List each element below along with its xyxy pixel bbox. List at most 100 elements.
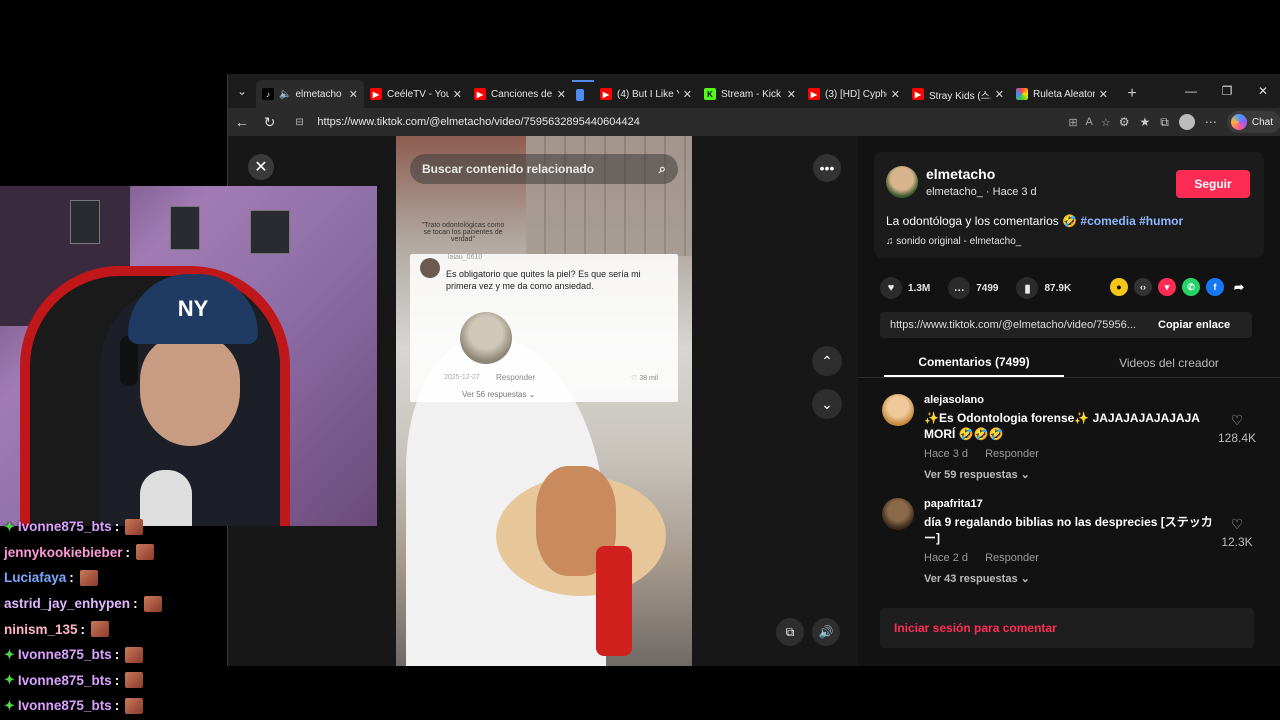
video-description: La odontóloga y los comentarios 🤣 #comed…	[886, 214, 1183, 228]
tab-but-i-like[interactable]: ▶ (4) But I Like Yo ✕	[594, 80, 698, 108]
favorite-star-icon[interactable]: ☆	[1101, 116, 1111, 129]
view-replies-button[interactable]: Ver 59 respuestas ⌄	[924, 468, 1030, 481]
creator-name[interactable]: elmetacho	[926, 166, 995, 182]
minimize-icon[interactable]: —	[1173, 74, 1209, 108]
close-tab-icon[interactable]: ✕	[891, 88, 900, 101]
tab-ceeletv[interactable]: ▶ CeéleTV - YouT ✕	[364, 80, 468, 108]
whatsapp-icon[interactable]: ✆	[1182, 278, 1200, 296]
tiktok-page: ✕ ••• Buscar contenido relacionado ⌕ "Tr…	[228, 136, 1280, 666]
gold-share-icon[interactable]: ●	[1110, 278, 1128, 296]
close-tab-icon[interactable]: ✕	[557, 88, 566, 101]
chat-username: Ivonne875_bts	[17, 647, 112, 663]
speaker-icon[interactable]: 🔈	[279, 89, 291, 100]
translate-icon[interactable]: A	[1086, 116, 1093, 129]
kick-icon: K	[704, 88, 716, 100]
new-tab-button[interactable]: +	[1118, 80, 1146, 108]
comment-like[interactable]: ♡ 128.4K	[1212, 412, 1262, 445]
hashtag-comedia[interactable]: #comedia	[1080, 214, 1135, 228]
picture-in-picture-icon[interactable]: ⧉	[776, 618, 804, 646]
tab-comments[interactable]: Comentarios (7499)	[884, 348, 1064, 377]
embed-icon[interactable]: ‹›	[1134, 278, 1152, 296]
copy-link-button[interactable]: Copiar enlace	[1158, 319, 1230, 331]
url-actions: ⊞ A ☆	[1068, 116, 1110, 129]
chat-username: Ivonne875_bts	[17, 519, 112, 535]
back-icon[interactable]: ←	[228, 108, 256, 136]
comment-stat[interactable]: … 7499	[948, 277, 998, 299]
streamer-face	[140, 336, 240, 446]
reply-button[interactable]: Responder	[985, 552, 1039, 564]
facebook-icon[interactable]: f	[1206, 278, 1224, 296]
reload-icon[interactable]: ↻	[256, 108, 284, 136]
tab-stray-kids[interactable]: ▶ Stray Kids (스트 ✕	[906, 80, 1010, 108]
tab-creator-videos[interactable]: Videos del creador	[1064, 348, 1274, 377]
copilot-chat-button[interactable]: Chat	[1226, 111, 1280, 133]
video-info-card: elmetacho elmetacho_ · Hace 3 d Seguir L…	[874, 152, 1264, 258]
close-tab-icon[interactable]: ✕	[349, 88, 358, 101]
comment-like-count: 128.4K	[1217, 431, 1257, 445]
youtube-icon: ▶	[474, 88, 486, 100]
extensions-icon[interactable]: ⚙	[1119, 115, 1130, 129]
tab-list-button[interactable]: ⌄	[228, 74, 256, 108]
tab-elmetacho[interactable]: ♪ 🔈 elmetacho ✕	[256, 80, 364, 108]
comment-like[interactable]: ♡ 12.3K	[1212, 516, 1262, 549]
comment-avatar	[420, 258, 440, 278]
copilot-icon	[1230, 114, 1247, 130]
toolbar: ⚙ ★ ⧉ ⋯ Chat	[1119, 111, 1280, 133]
apps-icon[interactable]: ⊞	[1068, 116, 1077, 129]
commenter-avatar[interactable]	[882, 394, 914, 426]
creator-handle-time: elmetacho_ · Hace 3 d	[926, 186, 1037, 198]
search-placeholder: Buscar contenido relacionado	[422, 162, 595, 176]
close-window-icon[interactable]: ✕	[1245, 74, 1280, 108]
commenter-name[interactable]: papafrita17	[924, 498, 983, 510]
send-icon[interactable]: ▾	[1158, 278, 1176, 296]
profile-avatar[interactable]	[1178, 114, 1195, 130]
chat-username: Ivonne875_bts	[17, 672, 112, 688]
related-search-input[interactable]: Buscar contenido relacionado ⌕	[410, 154, 678, 184]
tab-kick-stream[interactable]: K Stream - Kick I ✕	[698, 80, 802, 108]
comment-text: día 9 regalando biblias no las desprecie…	[924, 515, 1213, 545]
comment-date: 2025-12-27	[444, 374, 480, 381]
browser-window: ⌄ ♪ 🔈 elmetacho ✕ ▶ CeéleTV - YouT ✕ ▶ C…	[227, 74, 1280, 666]
close-video-icon[interactable]: ✕	[248, 154, 274, 180]
favorites-icon[interactable]: ★	[1140, 115, 1151, 129]
commenter-name[interactable]: alejasolano	[924, 394, 984, 406]
more-menu-icon[interactable]: ⋯	[1205, 115, 1217, 129]
commenter-avatar[interactable]	[882, 498, 914, 530]
heart-icon: ♥	[880, 277, 902, 299]
more-options-icon[interactable]: •••	[813, 154, 841, 182]
site-info-icon[interactable]: ⊟	[295, 117, 311, 128]
chat-colon: :	[80, 621, 86, 637]
view-replies-button[interactable]: Ver 43 respuestas ⌄	[924, 572, 1030, 585]
video-player[interactable]: Buscar contenido relacionado ⌕ "Trato od…	[396, 136, 692, 666]
webcam-feed: NY	[0, 186, 377, 526]
tab-cypher[interactable]: ▶ (3) [HD] Cyphe ✕	[802, 80, 906, 108]
collections-icon[interactable]: ⧉	[1160, 115, 1169, 130]
tab-loading[interactable]	[572, 80, 594, 108]
search-icon[interactable]: ⌕	[659, 161, 666, 177]
share-link-text[interactable]: https://www.tiktok.com/@elmetacho/video/…	[880, 319, 1150, 331]
close-tab-icon[interactable]: ✕	[1099, 88, 1108, 101]
creator-avatar[interactable]	[886, 166, 918, 198]
close-tab-icon[interactable]: ✕	[787, 88, 796, 101]
close-tab-icon[interactable]: ✕	[995, 88, 1004, 101]
tab-ruleta[interactable]: Ruleta Aleator ✕	[1010, 80, 1114, 108]
tab-canciones[interactable]: ▶ Canciones de c ✕	[468, 80, 572, 108]
volume-icon[interactable]: 🔊	[812, 618, 840, 646]
comment-text: Es obligatorio que quites la piel? Es qu…	[446, 269, 641, 291]
like-stat[interactable]: ♥ 1.3M	[880, 277, 930, 299]
follow-button[interactable]: Seguir	[1176, 170, 1250, 198]
save-stat[interactable]: ▮ 87.9K	[1016, 277, 1071, 299]
next-video-icon[interactable]: ⌄	[812, 389, 842, 419]
chat-emote-icon	[91, 621, 110, 638]
close-tab-icon[interactable]: ✕	[683, 88, 692, 101]
heart-outline-icon: ♡	[1230, 412, 1244, 428]
previous-video-icon[interactable]: ⌃	[812, 346, 842, 376]
login-to-comment-button[interactable]: Iniciar sesión para comentar	[880, 608, 1254, 648]
sound-row[interactable]: ♫ sonido original - elmetacho_	[886, 236, 1021, 247]
restore-icon[interactable]: ❐	[1209, 74, 1245, 108]
close-tab-icon[interactable]: ✕	[453, 88, 462, 101]
share-arrow-icon[interactable]: ➦	[1230, 278, 1248, 296]
url-field[interactable]: ⊟ https://www.tiktok.com/@elmetacho/vide…	[289, 111, 1111, 133]
reply-button[interactable]: Responder	[985, 448, 1039, 460]
hashtag-humor[interactable]: #humor	[1139, 214, 1183, 228]
